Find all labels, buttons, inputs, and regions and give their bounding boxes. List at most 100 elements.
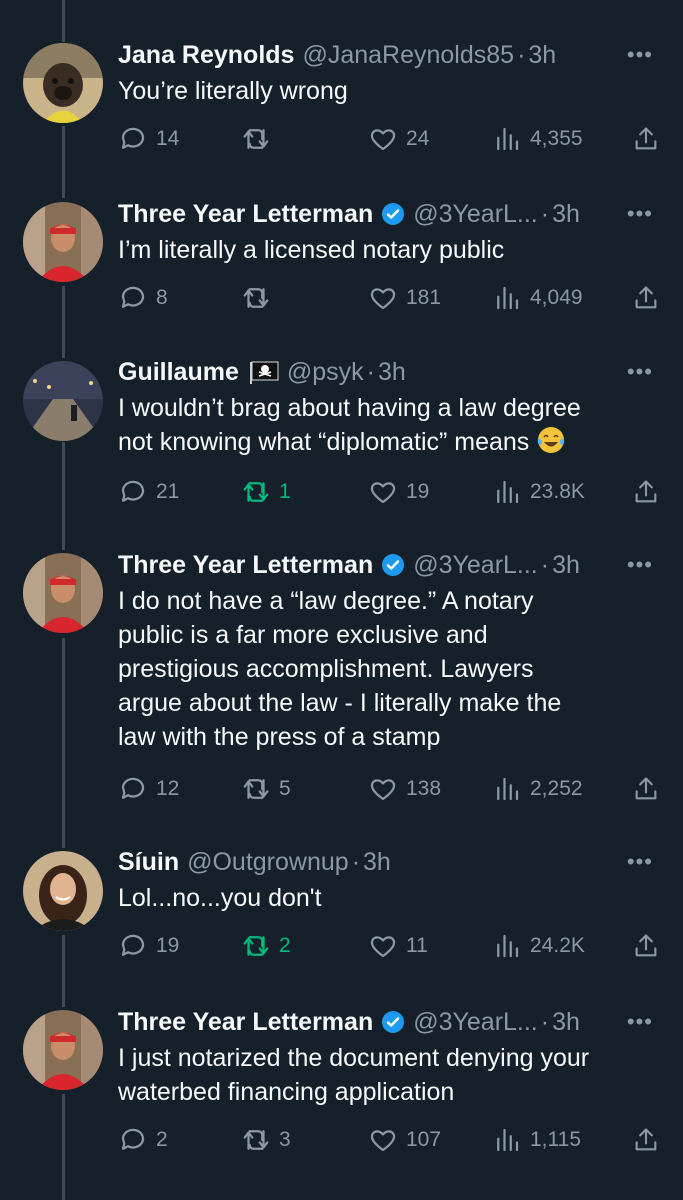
author-name[interactable]: Three Year Letterman [118,548,373,582]
author-name[interactable]: Síuin [118,845,179,879]
tweet-text: Lol...no...you don't [118,884,322,912]
views-chart-icon [497,480,519,504]
timestamp[interactable]: 3h [552,548,580,582]
author-name[interactable]: Three Year Letterman [118,197,373,231]
views-count: 2,252 [530,777,583,800]
views-button[interactable]: 1,115 [492,1123,581,1157]
reply-button[interactable]: 14 [118,122,179,156]
views-button[interactable]: 2,252 [492,772,583,806]
author-name[interactable]: Jana Reynolds [118,38,294,72]
like-count: 181 [406,286,442,309]
heart-icon [370,129,396,151]
thread-line [62,442,65,550]
retweet-icon [243,129,269,149]
tweet-text: I just notarized the document denying yo… [118,1041,653,1109]
like-button[interactable]: 138 [368,772,441,806]
views-count: 23.8K [530,480,585,503]
reply-icon [121,934,145,956]
share-button[interactable] [632,281,660,315]
timestamp[interactable]: 3h [552,197,580,231]
retweet-button[interactable] [241,122,279,156]
more-options-icon[interactable]: ••• [627,359,653,385]
more-options-icon[interactable]: ••• [627,849,653,875]
reply-count: 19 [156,934,180,957]
man-red-cap-avatar-image [23,1010,103,1090]
man-red-cap-avatar-image [23,202,103,282]
avatar[interactable] [23,43,103,123]
reply-count: 14 [156,127,180,150]
reply-button[interactable]: 12 [118,772,179,806]
author-handle[interactable]: @3YearL... [413,197,538,231]
author-name[interactable]: Guillaume [118,355,239,389]
reply-icon [121,1128,145,1150]
retweet-button[interactable]: 2 [241,929,291,963]
reply-button[interactable]: 2 [118,1123,168,1157]
views-count: 1,115 [530,1128,581,1151]
share-button[interactable] [632,475,660,509]
share-button[interactable] [632,772,660,806]
avatar[interactable] [23,202,103,282]
timestamp[interactable]: 3h [528,38,556,72]
author-handle[interactable]: @3YearL... [413,1005,538,1039]
heart-icon [370,779,396,801]
reply-icon [121,127,145,149]
more-options-icon[interactable]: ••• [627,201,653,227]
views-button[interactable]: 4,049 [492,281,583,315]
share-icon [635,286,657,309]
thread-line [62,0,65,42]
reply-button[interactable]: 8 [118,281,168,315]
like-button[interactable]: 11 [368,929,428,963]
more-options-icon[interactable]: ••• [627,1009,653,1035]
like-button[interactable]: 107 [368,1123,441,1157]
views-button[interactable]: 4,355 [492,122,583,156]
heart-icon [370,936,396,958]
reply-button[interactable]: 21 [118,475,179,509]
tweet-text-line: waterbed financing application [118,1078,455,1106]
share-button[interactable] [632,1123,660,1157]
retweet-button[interactable]: 5 [241,772,291,806]
thread-line [62,286,65,358]
avatar[interactable] [23,361,103,441]
timestamp[interactable]: 3h [363,845,391,879]
author-handle[interactable]: @JanaReynolds85 [302,38,514,72]
like-button[interactable]: 181 [368,281,441,315]
avatar[interactable] [23,851,103,931]
thread-line [62,935,65,1007]
separator-dot: · [540,551,550,579]
avatar[interactable] [23,553,103,633]
like-count: 19 [406,480,430,503]
reply-icon [121,286,145,308]
retweet-button[interactable] [241,281,279,315]
share-icon [635,480,657,503]
author-name[interactable]: Three Year Letterman [118,1005,373,1039]
author-handle[interactable]: @Outgrownup [187,845,349,879]
thread-line [62,638,65,848]
retweet-button[interactable]: 1 [241,475,291,509]
reply-count: 8 [156,286,168,309]
more-options-icon[interactable]: ••• [627,42,653,68]
timestamp[interactable]: 3h [378,355,406,389]
woman-avatar-image [23,851,103,931]
like-button[interactable]: 19 [368,475,429,509]
views-count: 4,355 [530,127,583,150]
views-button[interactable]: 23.8K [492,475,585,509]
retweet-button[interactable]: 3 [241,1123,291,1157]
more-options-icon[interactable]: ••• [627,552,653,578]
like-button[interactable]: 24 [368,122,429,156]
share-icon [635,127,657,150]
share-button[interactable] [632,929,660,963]
separator-dot: · [366,358,375,386]
reply-button[interactable]: 19 [118,929,179,963]
author-handle[interactable]: @psyk [287,355,364,389]
author-handle[interactable]: @3YearL... [413,548,538,582]
share-button[interactable] [632,122,660,156]
thread-line [62,126,65,198]
man-red-cap-avatar-image [23,553,103,633]
tweet-text-line: I just notarized the document denying yo… [118,1044,590,1072]
views-button[interactable]: 24.2K [492,929,585,963]
verified-badge-icon [382,203,405,225]
heart-icon [370,482,396,504]
retweet-icon [243,288,269,308]
timestamp[interactable]: 3h [552,1005,580,1039]
avatar[interactable] [23,1010,103,1090]
